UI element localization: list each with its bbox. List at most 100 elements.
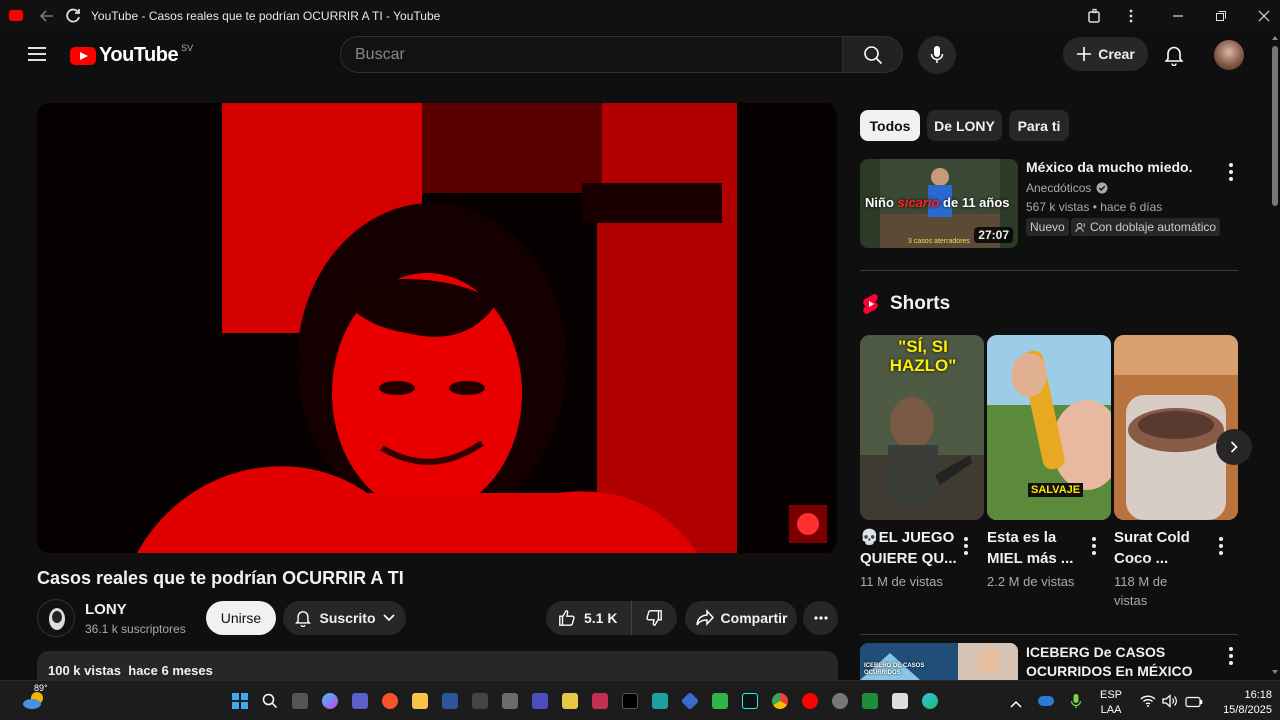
notes-icon[interactable] (562, 693, 578, 709)
clock[interactable]: 16:18 15/8/2025 (1212, 688, 1272, 718)
edge-icon[interactable] (922, 693, 938, 709)
onedrive-icon[interactable] (1038, 696, 1054, 706)
recommended-thumbnail[interactable]: ICEBERG DE CASOS OCURRIDOS (860, 643, 1018, 680)
video-player[interactable] (37, 103, 837, 553)
chip-from-channel[interactable]: De LONY (927, 110, 1002, 141)
teams-work-icon[interactable] (532, 693, 548, 709)
page-scrollbar[interactable] (1270, 32, 1280, 680)
short-menu-button[interactable] (1219, 537, 1223, 555)
microphone-tray-icon[interactable] (1070, 693, 1082, 714)
weather-widget[interactable]: 89° (22, 683, 50, 713)
sheets-icon[interactable] (862, 693, 878, 709)
youtube-logo[interactable]: YouTube SV (70, 43, 193, 67)
share-icon (695, 609, 714, 626)
short-views: 2.2 M de vistas (987, 574, 1075, 589)
notifications-button[interactable] (1163, 44, 1185, 67)
teams-icon[interactable] (352, 693, 368, 709)
link-app-icon[interactable] (652, 693, 668, 709)
create-label: Crear (1098, 46, 1135, 62)
search-icon (262, 693, 278, 709)
chevron-up-icon (1010, 700, 1022, 708)
notepad-icon[interactable] (892, 693, 908, 709)
language-code: ESP (1100, 689, 1123, 701)
scrollbar-down-arrow[interactable] (1272, 670, 1278, 674)
short-thumbnail[interactable]: SALVAJE (987, 335, 1111, 520)
search-icon (863, 45, 882, 64)
guide-menu-button[interactable] (27, 45, 47, 63)
calculator-icon[interactable] (472, 693, 488, 709)
settings-icon[interactable] (832, 693, 848, 709)
recommended-thumbnail[interactable]: Niño sicario de 11 años 3 casos aterrado… (860, 159, 1018, 248)
chip-all[interactable]: Todos (860, 110, 920, 141)
channel-logo-icon (49, 608, 65, 630)
recommended-title[interactable]: México da mucho miedo. (1026, 159, 1192, 175)
like-dislike-group: 5.1 K (546, 601, 677, 635)
more-actions-button[interactable] (803, 601, 838, 635)
task-view-icon[interactable] (292, 693, 308, 709)
recommended-channel[interactable]: Anecdóticos (1026, 181, 1108, 195)
chip-label: Todos (869, 117, 911, 134)
show-hidden-icons-button[interactable] (1010, 695, 1022, 713)
short-thumbnail[interactable] (1114, 335, 1238, 520)
short-menu-button[interactable] (964, 537, 968, 555)
language-indicator[interactable]: ESP LAA (1100, 688, 1122, 718)
x-icon[interactable] (622, 693, 638, 709)
editor-icon[interactable] (592, 693, 608, 709)
taskbar-search-button[interactable] (262, 693, 278, 709)
search-input[interactable]: Buscar (340, 36, 843, 73)
thumbs-up-icon (559, 610, 575, 626)
vpn-icon[interactable] (680, 691, 700, 711)
brave-browser-icon[interactable] (382, 693, 398, 709)
short-title[interactable]: 💀EL JUEGO QUIERE QU... (860, 527, 960, 569)
like-button[interactable]: 5.1 K (546, 601, 632, 635)
copilot-icon[interactable] (322, 693, 338, 709)
store-icon[interactable] (712, 693, 728, 709)
short-title[interactable]: Surat Cold Coco ... (1114, 527, 1214, 569)
puzzle-icon (1088, 8, 1100, 23)
short-menu-button[interactable] (1092, 537, 1096, 555)
channel-name[interactable]: LONY (85, 601, 127, 618)
view-count: 100 k vistas (48, 663, 122, 678)
search-button[interactable] (843, 36, 903, 73)
divider (860, 270, 1238, 271)
voice-search-button[interactable] (918, 36, 956, 74)
avatar[interactable] (1214, 40, 1244, 70)
chrome-icon[interactable] (772, 693, 788, 709)
subscribed-button[interactable]: Suscrito (283, 601, 406, 635)
snipping-tool-icon[interactable] (502, 693, 518, 709)
join-button[interactable]: Unirse (206, 601, 276, 635)
bell-icon (1164, 46, 1184, 67)
recommended-menu-button[interactable] (1229, 647, 1233, 665)
volume-icon[interactable] (1162, 694, 1178, 713)
file-explorer-icon[interactable] (412, 693, 428, 709)
minimize-button[interactable] (1163, 0, 1193, 32)
scrollbar-thumb[interactable] (1272, 46, 1278, 206)
youtube-app-icon[interactable] (802, 693, 818, 709)
hamburger-menu-icon (28, 47, 46, 61)
wifi-icon[interactable] (1140, 694, 1156, 712)
shorts-next-button[interactable] (1216, 429, 1252, 465)
share-button[interactable]: Compartir (685, 601, 797, 635)
video-title: Casos reales que te podrían OCURRIR A TI (37, 568, 404, 588)
chip-for-you[interactable]: Para ti (1009, 110, 1069, 141)
word-icon[interactable] (442, 693, 458, 709)
battery-icon[interactable] (1185, 695, 1203, 713)
browser-menu-button[interactable] (1116, 0, 1146, 32)
scrollbar-up-arrow[interactable] (1272, 36, 1278, 40)
extensions-button[interactable] (1080, 0, 1110, 32)
tiktok-icon[interactable] (742, 693, 758, 709)
weather-temp: 89° (34, 683, 48, 693)
recommended-title[interactable]: ICEBERG De CASOS OCURRIDOS En MÉXICO (1026, 643, 1206, 680)
restore-button[interactable] (1206, 0, 1236, 32)
dislike-button[interactable] (632, 601, 676, 635)
create-button[interactable]: Crear (1063, 37, 1148, 71)
short-thumbnail[interactable]: "SÍ, SI HAZLO" (860, 335, 984, 520)
back-arrow-icon (39, 10, 53, 22)
short-title[interactable]: Esta es la MIEL más ... (987, 527, 1087, 569)
start-button[interactable] (232, 693, 248, 709)
channel-avatar[interactable] (37, 599, 75, 637)
shorts-heading: Shorts (890, 293, 951, 314)
close-window-button[interactable] (1249, 0, 1279, 32)
recommended-menu-button[interactable] (1229, 163, 1233, 181)
reload-button[interactable] (58, 0, 88, 32)
